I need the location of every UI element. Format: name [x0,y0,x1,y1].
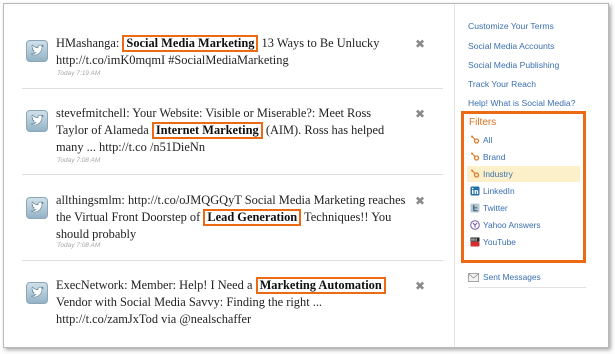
right-sidebar: Customize Your Terms Social Media Accoun… [454,4,608,347]
filter-label: Industry [483,169,513,179]
tweet-text: HMashanga: Social Media Marketing 13 Way… [56,35,406,69]
help-social-media-link[interactable]: Help! What is Social Media? [468,98,575,108]
twitter-bird-icon [26,282,48,304]
keyword-highlight: Marketing Automation [255,277,386,294]
filter-yahoo-answers[interactable]: Yahoo Answers [467,217,580,233]
keyword-highlight: Lead Generation [203,209,302,226]
tweet-username[interactable]: allthingsmlm [56,193,121,207]
tweet-body: : Member: Help! I Need a [124,278,256,292]
divider [22,174,443,175]
filter-industry[interactable]: Industry [467,166,580,182]
divider [468,287,586,288]
filter-twitter[interactable]: Twitter [467,200,580,216]
filters-panel: Filters All Brand Industry LinkedIn Twit… [461,111,586,263]
hubspot-icon [471,152,480,161]
tweet-timestamp: Today 7:08 AM [57,242,101,249]
filter-label: LinkedIn [483,186,515,196]
sent-messages-label: Sent Messages [483,272,541,282]
tweet-text: ExecNetwork: Member: Help! I Need a Mark… [56,277,406,328]
track-reach-link[interactable]: Track Your Reach [468,79,536,89]
filter-linkedin[interactable]: LinkedIn [467,183,580,199]
twitter-bird-icon [26,110,48,132]
keyword-highlight: Social Media Marketing [122,35,259,52]
close-icon[interactable]: ✖ [415,38,427,50]
filter-all[interactable]: All [467,132,580,148]
close-icon[interactable]: ✖ [415,108,427,120]
yahoo-icon [470,220,480,230]
social-inbox-window: HMashanga: Social Media Marketing 13 Way… [3,3,609,348]
divider [22,88,443,89]
linkedin-icon [470,186,480,196]
filter-label: All [483,135,493,145]
tweet-username[interactable]: stevefmitchell [56,106,126,120]
twitter-icon [470,203,480,213]
envelope-icon [468,273,479,282]
close-icon[interactable]: ✖ [415,195,427,207]
social-media-accounts-link[interactable]: Social Media Accounts [468,41,554,51]
tweet-username[interactable]: ExecNetwork [56,278,124,292]
filter-label: Yahoo Answers [483,220,541,230]
tweet-text: allthingsmlm: http://t.co/oJMQGQyT Socia… [56,192,406,243]
close-icon[interactable]: ✖ [415,280,427,292]
tweet-feed: HMashanga: Social Media Marketing 13 Way… [4,4,451,347]
filter-label: Brand [483,152,506,162]
customize-terms-link[interactable]: Customize Your Terms [468,21,554,31]
tweet-username[interactable]: HMashanga [56,36,116,50]
youtube-icon [470,237,480,247]
tweet-text: stevefmitchell: Your Website: Visible or… [56,105,406,156]
tweet-timestamp: Today 7:08 AM [57,157,101,164]
hubspot-icon [471,135,480,144]
tweet-body: Vendor with Social Media Savvy: Finding … [56,295,323,326]
twitter-bird-icon [26,40,48,62]
hubspot-icon [471,169,480,178]
keyword-highlight: Internet Marketing [151,122,263,139]
social-media-publishing-link[interactable]: Social Media Publishing [468,60,559,70]
filter-label: YouTube [483,237,516,247]
filter-label: Twitter [483,203,508,213]
filter-brand[interactable]: Brand [467,149,580,165]
filters-title: Filters [469,117,497,128]
tweet-timestamp: Today 7:19 AM [57,70,101,77]
divider [22,260,443,261]
twitter-bird-icon [26,197,48,219]
filter-youtube[interactable]: YouTube [467,234,580,250]
